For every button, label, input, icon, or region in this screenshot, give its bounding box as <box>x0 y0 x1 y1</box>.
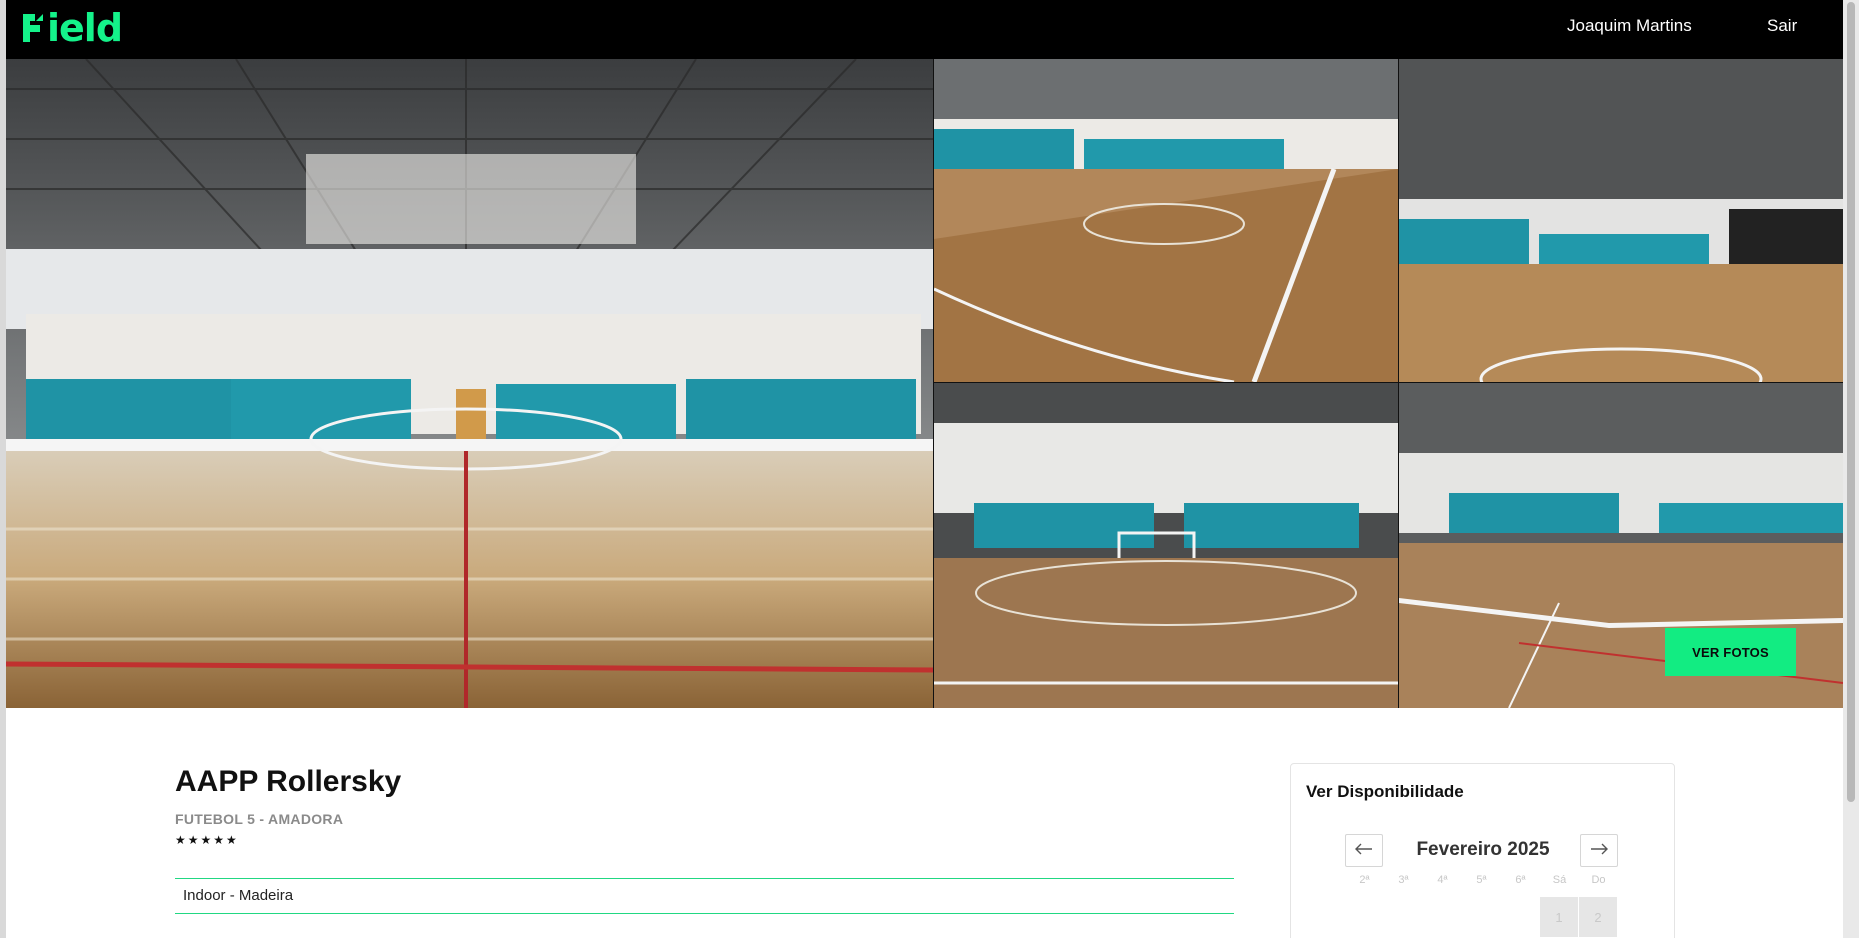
surface-type: Indoor - Madeira <box>183 887 294 904</box>
weekday-label: 5ª <box>1476 874 1487 886</box>
gallery-photo-4[interactable] <box>934 383 1398 708</box>
weekday-label: Do <box>1591 874 1606 886</box>
gallery-photo-3[interactable] <box>1399 59 1843 382</box>
view-photos-button[interactable]: VER FOTOS <box>1665 628 1796 676</box>
gallery-photo-main[interactable] <box>6 59 933 708</box>
venue-title: AAPP Rollersky <box>175 765 402 798</box>
weekday-label: 6ª <box>1515 874 1526 886</box>
calendar-weekdays: 2ª 3ª 4ª 5ª 6ª Sá Do <box>1345 874 1619 886</box>
logo-f-icon <box>21 12 45 44</box>
page: ield Joaquim Martins Sair VER FOTOS AAPP… <box>0 0 1859 938</box>
weekday-label: 2ª <box>1359 874 1370 886</box>
weekday-label: 3ª <box>1398 874 1409 886</box>
user-name-link[interactable]: Joaquim Martins <box>1567 16 1692 36</box>
availability-title: Ver Disponibilidade <box>1306 782 1464 801</box>
top-navbar: ield Joaquim Martins Sair <box>6 0 1843 59</box>
venue-subtitle: FUTEBOL 5 - AMADORA <box>175 811 344 827</box>
venue-rating-stars: ★★★★★ <box>175 833 239 847</box>
calendar-next-button[interactable] <box>1580 834 1618 867</box>
calendar-day[interactable]: 2 <box>1579 897 1617 937</box>
logo-text: ield <box>47 6 123 50</box>
field-logo[interactable]: ield <box>21 6 123 50</box>
photo-gallery: VER FOTOS <box>6 59 1843 708</box>
logout-link[interactable]: Sair <box>1767 16 1797 36</box>
weekday-label: Sá <box>1552 874 1567 886</box>
venue-details: AAPP Rollersky FUTEBOL 5 - AMADORA ★★★★★… <box>175 764 1235 914</box>
availability-panel: Ver Disponibilidade Fevereiro 2025 2ª 3ª… <box>1290 763 1675 938</box>
calendar-month: Fevereiro 2025 <box>1416 839 1550 860</box>
scrollbar-thumb[interactable] <box>1847 2 1855 802</box>
weekday-label: 4ª <box>1437 874 1448 886</box>
arrow-right-icon <box>1590 842 1608 860</box>
gallery-photo-2[interactable] <box>934 59 1398 382</box>
calendar-day[interactable]: 1 <box>1540 897 1578 937</box>
arrow-left-icon <box>1355 842 1373 860</box>
calendar-prev-button[interactable] <box>1345 834 1383 867</box>
scrollbar-track[interactable] <box>1843 0 1859 938</box>
surface-info-bar: Indoor - Madeira <box>175 878 1234 914</box>
